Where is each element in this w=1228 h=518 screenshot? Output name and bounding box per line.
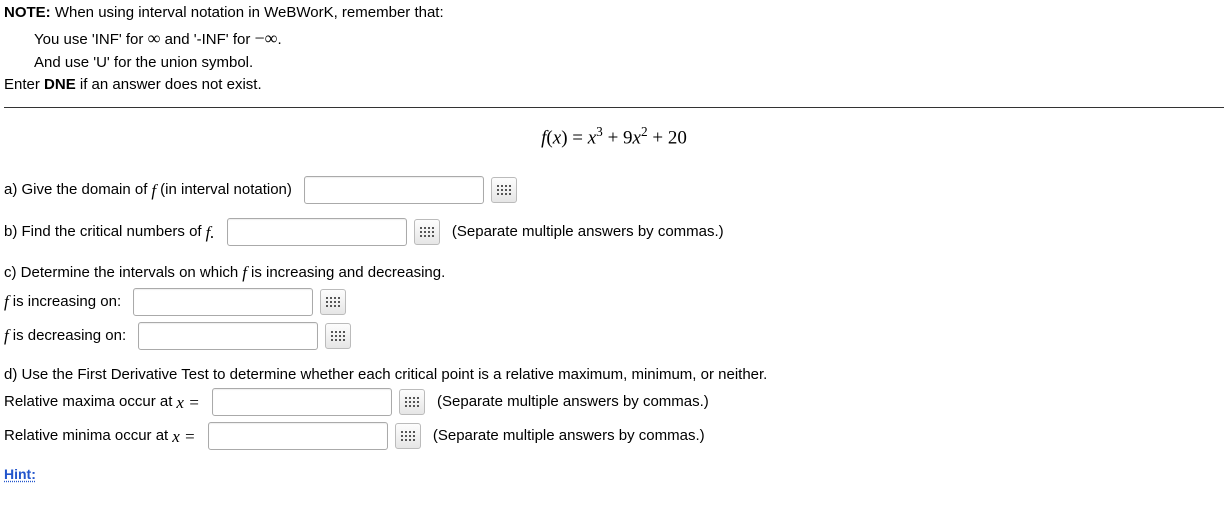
note-line-2: You use 'INF' for ∞ and '-INF' for −∞.	[34, 25, 1224, 52]
infinity-symbol: ∞	[148, 28, 161, 48]
function-formula: f(x) = x3 + 9x2 + 20	[4, 122, 1224, 153]
note-label: NOTE:	[4, 4, 51, 21]
c-dec-post: is decreasing on:	[13, 325, 126, 348]
keypad-button[interactable]	[414, 219, 440, 245]
a-prompt-pre: a) Give the domain of	[4, 179, 147, 202]
keypad-button[interactable]	[325, 323, 351, 349]
relative-maxima-input[interactable]	[212, 388, 392, 416]
c-dec-f: f	[4, 323, 9, 349]
b-f: f.	[206, 220, 215, 246]
dne-label: DNE	[44, 76, 76, 93]
d-after-1: (Separate multiple answers by commas.)	[437, 391, 709, 414]
d-after-2: (Separate multiple answers by commas.)	[433, 425, 705, 448]
c-prompt-pre: c) Determine the intervals on which	[4, 262, 238, 285]
d-xeq-2: x =	[172, 424, 195, 450]
note-line-4: Enter DNE if an answer does not exist.	[4, 74, 1224, 97]
note-text-1: When using interval notation in WeBWorK,…	[51, 4, 444, 21]
note-text-2a: You use 'INF' for	[34, 31, 148, 48]
question-d: d) Use the First Derivative Test to dete…	[4, 364, 1224, 451]
increasing-input[interactable]	[133, 288, 313, 316]
question-b: b) Find the critical numbers of f. (Sepa…	[4, 218, 1224, 246]
keypad-button[interactable]	[491, 177, 517, 203]
d-xeq-1: x =	[176, 390, 199, 416]
note-text-2b: and '-INF' for	[160, 31, 254, 48]
domain-input[interactable]	[304, 176, 484, 204]
c-inc-post: is increasing on:	[13, 291, 121, 314]
keypad-button[interactable]	[320, 289, 346, 315]
decreasing-input[interactable]	[138, 322, 318, 350]
relative-minima-input[interactable]	[208, 422, 388, 450]
b-prompt-pre: b) Find the critical numbers of	[4, 221, 202, 244]
divider	[4, 107, 1224, 108]
b-after: (Separate multiple answers by commas.)	[452, 221, 724, 244]
question-c: c) Determine the intervals on which f is…	[4, 260, 1224, 350]
d-prompt: d) Use the First Derivative Test to dete…	[4, 364, 767, 387]
note-line-1: NOTE: When using interval notation in We…	[4, 2, 1224, 25]
note-text-2c: .	[277, 31, 281, 48]
d-max-pre: Relative maxima occur at	[4, 391, 172, 414]
a-prompt-post: (in interval notation)	[160, 179, 292, 202]
neg-infinity-symbol: −∞	[255, 28, 278, 48]
note-line-3: And use 'U' for the union symbol.	[34, 52, 1224, 75]
critical-numbers-input[interactable]	[227, 218, 407, 246]
d-min-pre: Relative minima occur at	[4, 425, 168, 448]
c-inc-f: f	[4, 289, 9, 315]
question-a: a) Give the domain of f (in interval not…	[4, 176, 1224, 204]
a-f: f	[151, 178, 156, 204]
note-text-4c: if an answer does not exist.	[76, 76, 262, 93]
hint-link[interactable]: Hint:	[4, 466, 36, 482]
c-prompt-post: is increasing and decreasing.	[251, 262, 445, 285]
note-text-4a: Enter	[4, 76, 44, 93]
keypad-button[interactable]	[399, 389, 425, 415]
note-block: NOTE: When using interval notation in We…	[4, 2, 1224, 97]
keypad-button[interactable]	[395, 423, 421, 449]
c-f: f	[242, 260, 247, 286]
